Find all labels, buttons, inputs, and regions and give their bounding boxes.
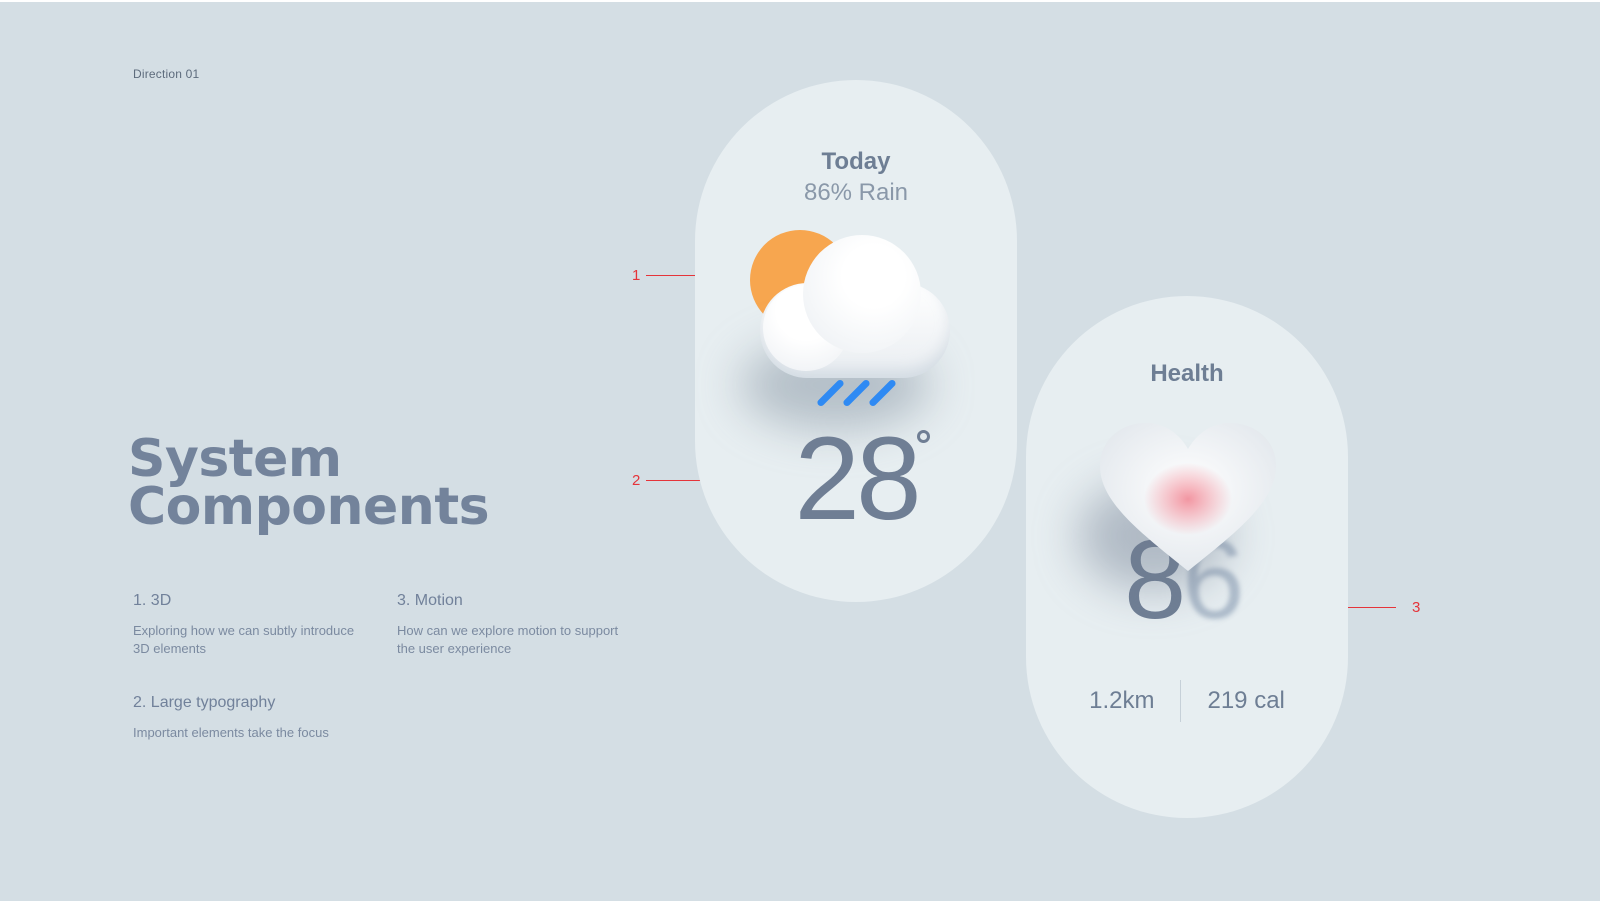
direction-label: Direction 01: [133, 67, 200, 81]
feature-text: Important elements take the focus: [133, 725, 329, 740]
feature-heading: 2. Large typography: [133, 694, 276, 711]
feature-motion: 3. Motion How can we explore motion to s…: [397, 592, 637, 658]
marker-number: 2: [632, 471, 641, 489]
heart-shape: [1100, 423, 1276, 571]
distance-value: 1.2km: [1089, 687, 1155, 714]
marker-number: 1: [632, 266, 641, 284]
feature-text: Exploring how we can subtly introduce 3D…: [133, 623, 355, 656]
stats-divider: [1180, 680, 1182, 722]
feature-3d: 1. 3D Exploring how we can subtly introd…: [133, 592, 373, 658]
temperature-value: 28: [794, 413, 921, 545]
rain-icon: [815, 376, 905, 416]
weather-title: Today: [821, 148, 891, 175]
calories-value: 219 cal: [1207, 687, 1285, 714]
weather-card[interactable]: Today 86% Rain 28: [695, 80, 1017, 602]
feature-heading: 3. Motion: [397, 592, 463, 609]
degree-icon: [917, 430, 930, 443]
title-line-1: System: [128, 429, 342, 489]
heart-icon: [1078, 421, 1278, 591]
title-line-2: Components: [128, 477, 490, 537]
cloud-icon: [755, 235, 955, 385]
health-card[interactable]: Health 86 1.2km 219 cal: [1026, 296, 1348, 818]
feature-large-typography: 2. Large typography Important elements t…: [133, 694, 373, 742]
activity-stats: 1.2km 219 cal: [1026, 680, 1348, 722]
marker-number: 3: [1412, 598, 1421, 616]
weather-subtitle: 86% Rain: [803, 179, 909, 206]
page: Direction 01 System Components 1. 3D Exp…: [0, 0, 1600, 901]
health-title: Health: [1150, 360, 1224, 387]
feature-heading: 1. 3D: [133, 592, 172, 609]
feature-text: How can we explore motion to support the…: [397, 623, 619, 656]
page-title: System Components: [128, 429, 490, 537]
